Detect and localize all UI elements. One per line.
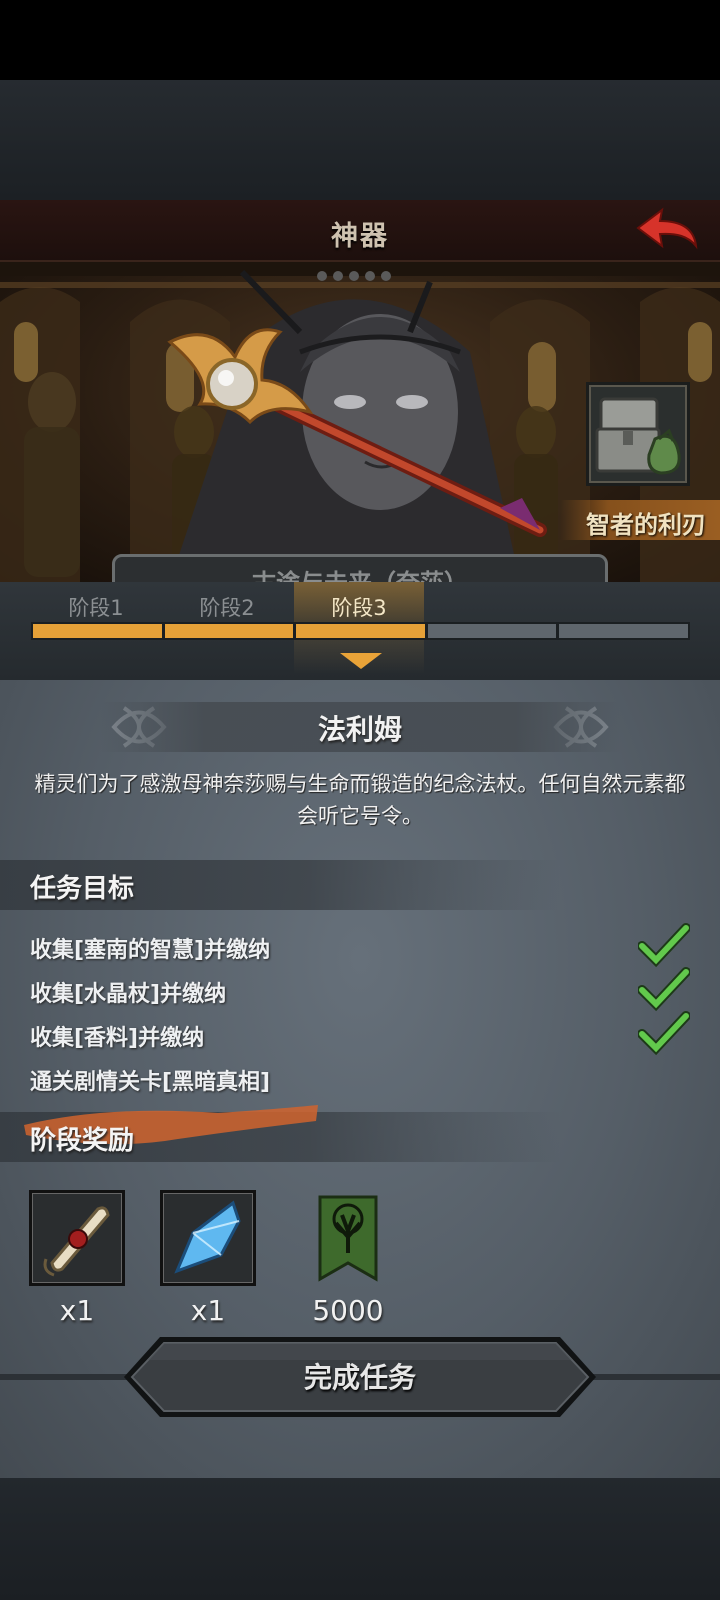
artifact-scene: 智者的利刃 古途与未来（奈莎） [0, 262, 720, 582]
progress-segment-filled [164, 624, 294, 638]
stage-tab-3[interactable]: 阶段3 [294, 582, 424, 674]
progress-segment-filled [33, 624, 162, 638]
blue-crystal-icon [174, 1200, 241, 1274]
button-rail-left [0, 1374, 130, 1380]
reward-item[interactable]: x1 [29, 1190, 125, 1327]
progress-segment-empty [427, 624, 557, 638]
reward-slot [300, 1190, 396, 1286]
reward-count: x1 [190, 1294, 226, 1327]
check-icon [638, 967, 690, 1012]
tree-banner-icon [318, 1195, 378, 1282]
item-name: 法利姆 [317, 713, 402, 746]
status-bar [0, 0, 720, 80]
check-icon [638, 923, 690, 968]
page-title: 神器 [331, 221, 389, 252]
task-row: 收集[塞南的智慧]并缴纳 [30, 923, 690, 968]
button-rail-right [590, 1374, 720, 1380]
reward-item[interactable]: 5000 [300, 1190, 396, 1327]
bottom-backdrop [0, 1478, 720, 1600]
reward-count: 5000 [312, 1294, 384, 1327]
reward-chest-button[interactable] [586, 382, 690, 486]
task-text: 收集[塞南的智慧]并缴纳 [30, 938, 271, 963]
item-description: 精灵们为了感激母神奈莎赐与生命而锻造的纪念法杖。任何自然元素都会听它号令。 [34, 772, 686, 828]
treasure-chest-icon [595, 397, 681, 475]
header-bar: 神器 [0, 200, 720, 262]
complete-task-button[interactable]: 完成任务 [120, 1334, 600, 1420]
reward-count: x1 [59, 1294, 95, 1327]
stage-tab-label: 阶段1 [68, 596, 124, 620]
reward-item[interactable]: x1 [160, 1190, 256, 1327]
task-text: 通关剧情关卡[黑暗真相] [30, 1070, 271, 1095]
progress-segment-filled [296, 624, 425, 638]
task-row: 收集[香料]并缴纳 [30, 1011, 690, 1056]
reward-slot [29, 1190, 125, 1286]
task-text: 收集[香料]并缴纳 [30, 1026, 205, 1051]
scroll-icon [43, 1206, 110, 1277]
stage-progress-bar [31, 622, 690, 640]
stage-tab-label: 阶段2 [199, 596, 255, 620]
top-backdrop [0, 80, 720, 200]
rewards-section-title: 阶段奖励 [30, 1126, 135, 1156]
reward-slot [160, 1190, 256, 1286]
back-button[interactable] [632, 206, 702, 256]
stage-tab-2[interactable]: 阶段2 [162, 582, 292, 622]
stage-tab-1[interactable]: 阶段1 [31, 582, 161, 622]
back-arrow-icon [636, 207, 698, 250]
task-row: 通关剧情关卡[黑暗真相] [30, 1060, 690, 1100]
task-row: 收集[水晶杖]并缴纳 [30, 967, 690, 1012]
check-icon [638, 1011, 690, 1056]
story-plate: 古途与未来（奈莎） [112, 554, 608, 582]
stage-tab-label: 阶段3 [331, 596, 387, 620]
complete-task-label: 完成任务 [303, 1361, 416, 1394]
tasks-section-title: 任务目标 [30, 874, 135, 904]
progress-segment-empty [559, 624, 688, 638]
weapon-name-tag: 智者的利刃 [560, 500, 720, 540]
active-stage-pointer-icon [340, 653, 382, 669]
task-text: 收集[水晶杖]并缴纳 [30, 982, 227, 1007]
